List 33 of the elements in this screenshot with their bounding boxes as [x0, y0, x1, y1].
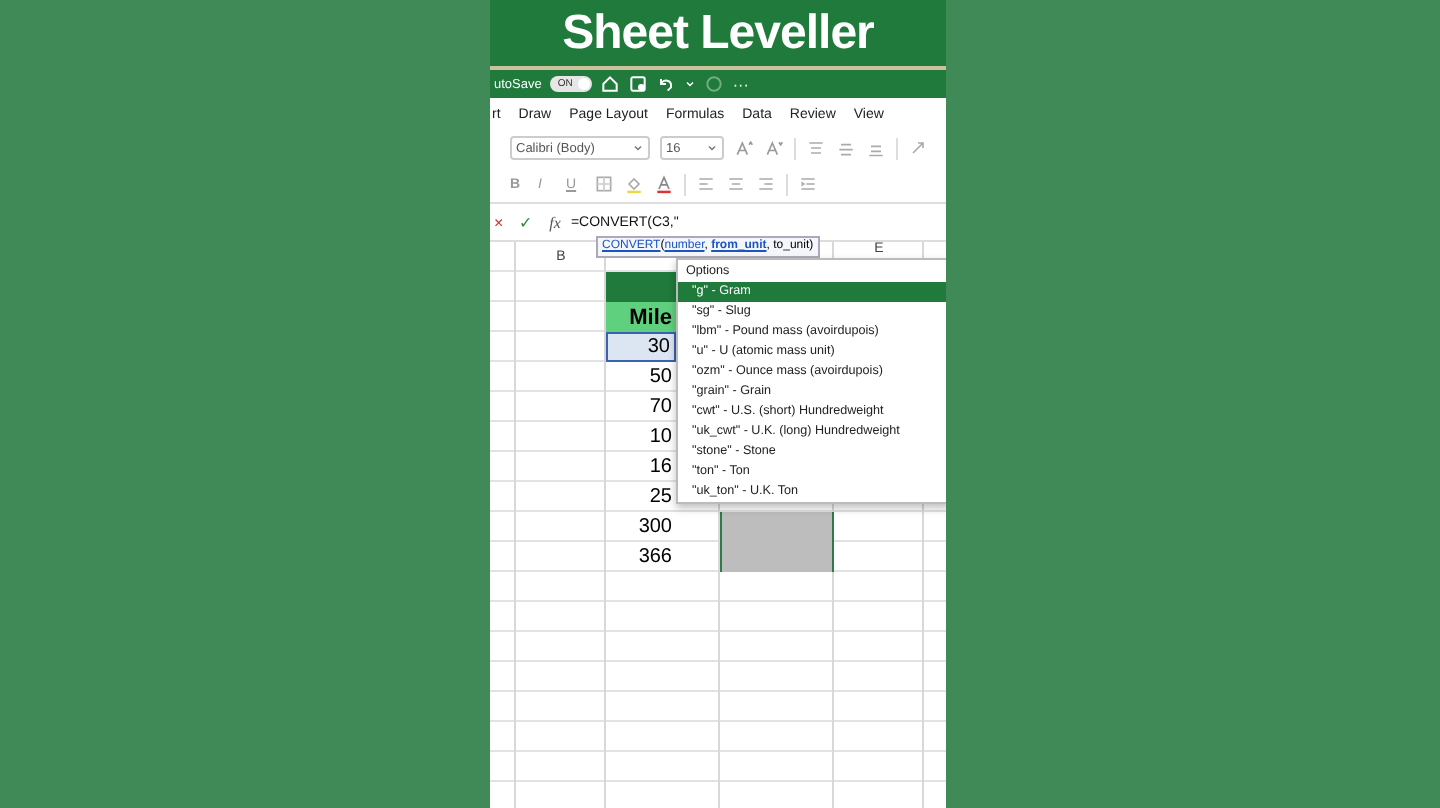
align-middle-icon[interactable] — [836, 138, 856, 158]
increase-font-icon[interactable] — [734, 138, 754, 158]
header-cell: Mile — [606, 302, 676, 332]
home-icon[interactable] — [600, 74, 621, 94]
table-cell-text: 16 — [647, 454, 674, 482]
table-cell-text: 70 — [647, 394, 674, 422]
align-left-icon[interactable] — [696, 174, 716, 194]
save-icon[interactable] — [628, 74, 649, 94]
more-button[interactable]: ··· — [732, 75, 749, 93]
decrease-font-icon[interactable] — [764, 138, 784, 158]
caret-icon — [632, 142, 644, 154]
insert-function-button[interactable]: fx — [549, 213, 561, 231]
indent-icon[interactable] — [798, 174, 818, 194]
borders-icon[interactable] — [594, 174, 614, 194]
cancel-button[interactable]: × — [494, 213, 504, 231]
table-cell: 30 — [606, 332, 676, 362]
table-cell-text: 366 — [636, 544, 674, 572]
align-right-icon[interactable] — [756, 174, 776, 194]
table-cell-text: 25 — [647, 484, 674, 512]
redo-icon[interactable] — [704, 74, 725, 94]
font-color-icon[interactable] — [654, 174, 674, 194]
orientation-icon[interactable] — [908, 138, 928, 158]
video-title: Sheet Leveller — [562, 5, 874, 61]
table-cell-text: 10 — [647, 424, 674, 452]
align-top-icon[interactable] — [806, 138, 826, 158]
table-cell-text: 300 — [636, 514, 674, 542]
fill-color-icon[interactable] — [624, 174, 644, 194]
enter-button[interactable]: ✓ — [519, 213, 534, 231]
caret-icon — [706, 142, 718, 154]
align-center-icon[interactable] — [726, 174, 746, 194]
caret-icon[interactable] — [684, 78, 697, 90]
table-cell-text: 50 — [647, 364, 674, 392]
undo-icon[interactable] — [656, 74, 677, 94]
